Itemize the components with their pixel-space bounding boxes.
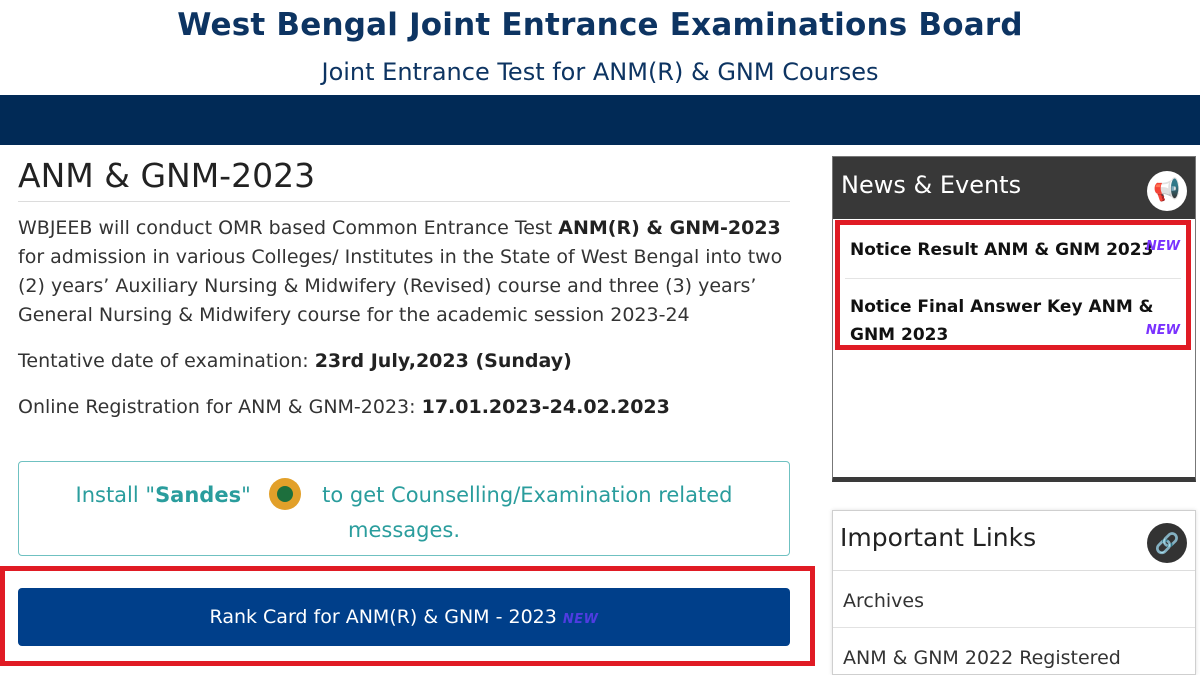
exam-date-label: Tentative date of examination: xyxy=(18,350,315,372)
important-links-header: Important Links 🔗 xyxy=(833,511,1195,571)
sandes-line2: messages. xyxy=(348,518,460,542)
news-events-header: News & Events 📢 xyxy=(833,157,1195,219)
link-anm-gnm-2022-registered[interactable]: ANM & GNM 2022 Registered xyxy=(833,628,1195,675)
page-title: ANM & GNM-2023 xyxy=(18,150,790,202)
link-archives[interactable]: Archives xyxy=(833,571,1195,628)
important-links-heading: Important Links xyxy=(840,523,1037,552)
intro-text-bold: ANM(R) & GNM-2023 xyxy=(558,217,781,239)
main-content: ANM & GNM-2023 WBJEEB will conduct OMR b… xyxy=(18,150,790,556)
sandes-logo-icon xyxy=(269,478,302,510)
new-badge-icon: NEW xyxy=(1145,323,1180,338)
new-badge-icon: NEW xyxy=(1145,239,1180,254)
sandes-prefix: Install " xyxy=(75,483,156,507)
sandes-quote-close: " xyxy=(241,483,251,507)
sandes-suffix: to get Counselling/Examination related xyxy=(322,483,733,507)
sandes-row1: Install "Sandes" to get Counselling/Exam… xyxy=(19,478,789,510)
nav-bar xyxy=(0,95,1200,145)
registration-value: 17.01.2023-24.02.2023 xyxy=(421,396,670,418)
intro-text-b: for admission in various Colleges/ Insti… xyxy=(18,246,783,326)
intro-paragraph: WBJEEB will conduct OMR based Common Ent… xyxy=(18,214,790,330)
important-links-panel: Important Links 🔗 Archives ANM & GNM 202… xyxy=(832,510,1196,675)
exam-date-value: 23rd July,2023 (Sunday) xyxy=(314,350,572,372)
intro-text-a: WBJEEB will conduct OMR based Common Ent… xyxy=(18,217,559,239)
news-events-heading: News & Events xyxy=(841,171,1022,199)
megaphone-icon: 📢 xyxy=(1147,171,1187,211)
registration-line: Online Registration for ANM & GNM-2023: … xyxy=(18,396,790,418)
news-divider xyxy=(845,278,1181,279)
news-highlight: Notice Result ANM & GNM 2023 NEW Notice … xyxy=(835,220,1191,350)
sandes-app-name[interactable]: Sandes xyxy=(155,483,241,507)
rank-card-label: Rank Card for ANM(R) & GNM - 2023 xyxy=(209,606,557,628)
news-events-panel: News & Events 📢 Notice Result ANM & GNM … xyxy=(832,156,1196,482)
site-title: West Bengal Joint Entrance Examinations … xyxy=(177,7,1023,43)
sandes-banner[interactable]: Install "Sandes" to get Counselling/Exam… xyxy=(18,461,790,556)
registration-label: Online Registration for ANM & GNM-2023: xyxy=(18,396,422,418)
new-badge-icon: NEW xyxy=(562,612,599,627)
site-subtitle: Joint Entrance Test for ANM(R) & GNM Cou… xyxy=(321,58,879,86)
news-item-result[interactable]: Notice Result ANM & GNM 2023 xyxy=(850,236,1180,264)
exam-date-line: Tentative date of examination: 23rd July… xyxy=(18,350,790,372)
link-icon: 🔗 xyxy=(1147,523,1187,563)
news-item-answer-key[interactable]: Notice Final Answer Key ANM & GNM 2023 xyxy=(850,293,1180,349)
rank-card-button[interactable]: Rank Card for ANM(R) & GNM - 2023 NEW xyxy=(18,588,790,646)
site-header: West Bengal Joint Entrance Examinations … xyxy=(0,0,1200,95)
